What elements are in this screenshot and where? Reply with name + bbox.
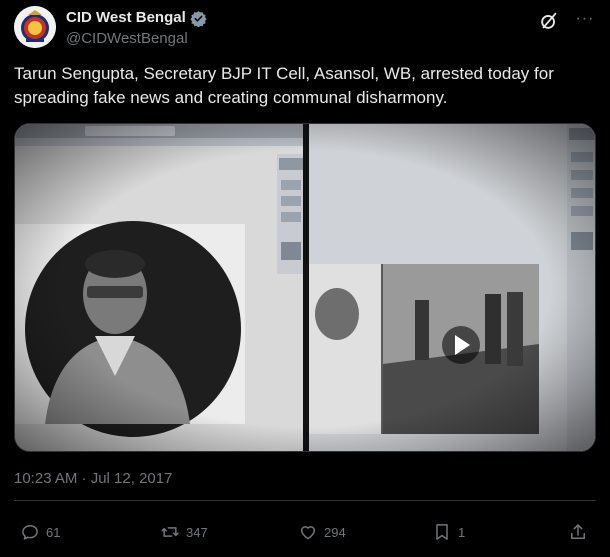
divider [14,500,596,501]
verified-badge-icon [190,10,207,27]
bookmark-count: 1 [458,524,466,540]
reply-count: 61 [46,524,61,540]
like-button[interactable]: 294 [298,518,346,546]
tweet-media-photo[interactable] [14,123,596,452]
cid-logo-icon [14,6,56,48]
heart-icon [301,526,315,540]
retweet-icon [161,527,179,537]
tweet-text: Tarun Sengupta, Secretary BJP IT Cell, A… [14,64,554,107]
tweet-timestamp[interactable]: 10:23 AM · Jul 12, 2017 [14,470,172,487]
media-image [15,124,595,451]
share-icon [571,524,585,539]
author-handle[interactable]: @CIDWestBengal [66,29,207,49]
tweet-header: CID West Bengal @CIDWestBengal ··· [14,6,596,52]
bookmark-icon [436,524,448,540]
grok-icon[interactable] [538,10,560,32]
action-bar: 61 347 294 1 [14,518,596,546]
reply-icon [22,525,38,540]
retweet-button[interactable]: 347 [160,518,208,546]
retweet-count: 347 [186,524,208,540]
more-options-icon[interactable]: ··· [574,10,596,32]
share-button[interactable] [568,518,588,546]
author-display-name-row[interactable]: CID West Bengal [66,8,207,28]
bookmark-button[interactable]: 1 [432,518,465,546]
author-display-name[interactable]: CID West Bengal [66,8,186,28]
avatar[interactable] [14,6,56,48]
author-names: CID West Bengal @CIDWestBengal [66,8,207,49]
reply-button[interactable]: 61 [20,518,60,546]
like-count: 294 [324,524,346,540]
